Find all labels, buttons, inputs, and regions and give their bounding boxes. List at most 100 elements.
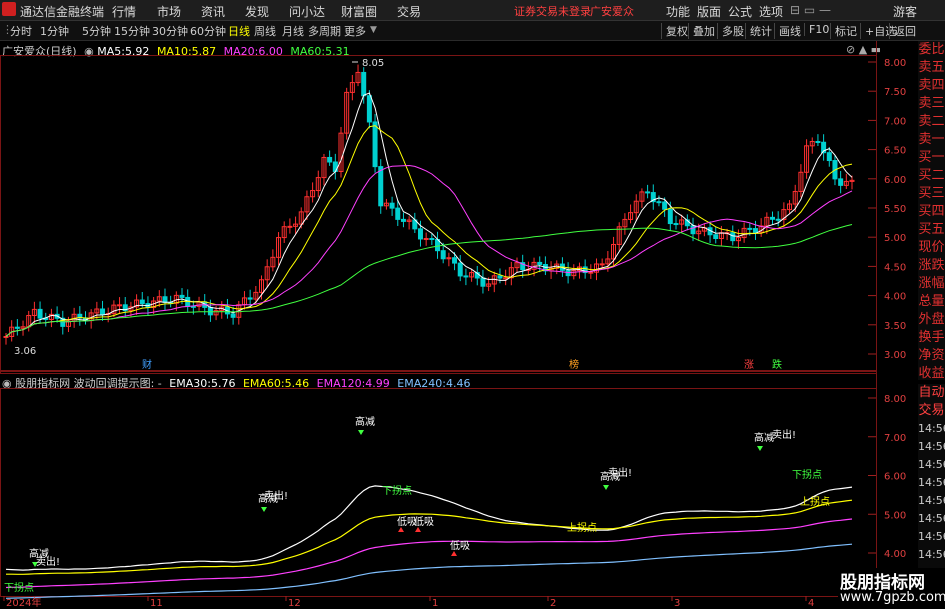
candle-body	[838, 178, 844, 186]
x-tick-label: 11	[150, 598, 163, 609]
x-tick-label: 2024年	[6, 596, 41, 609]
signal-label: 上拐点	[800, 495, 830, 508]
x-tick-label: 3	[674, 598, 680, 609]
signal-label: 卖出!	[608, 466, 632, 479]
candle-body	[3, 335, 9, 338]
ema120-line	[5, 518, 853, 589]
y-tick-label: 6.50	[884, 146, 906, 157]
candle-body	[457, 262, 463, 277]
candle-body	[656, 201, 662, 204]
tick-time: 14:56	[918, 494, 945, 507]
quote-label[interactable]: 卖三	[918, 95, 945, 113]
quote-label[interactable]: 卖四	[918, 77, 945, 95]
quote-panel: 委比 卖五 卖四 卖三 卖二 卖一 买一 买二 买三 买四 买五 现价 涨跌 涨…	[918, 41, 945, 383]
y-tick-label: 4.00	[884, 549, 906, 560]
y-tick-label: 7.50	[884, 87, 906, 98]
candle-body	[117, 304, 123, 307]
candle-body	[366, 95, 372, 123]
quote-label[interactable]: 收益	[918, 365, 945, 383]
ema240-line	[5, 543, 853, 599]
signal-label: 高减	[355, 415, 375, 428]
candle-body	[14, 326, 20, 329]
y-tick-label: 8.00	[884, 394, 906, 405]
candle-body	[423, 238, 429, 241]
candle-body	[770, 216, 776, 220]
quote-label[interactable]: 总量	[918, 293, 945, 311]
quote-label[interactable]: 外盘	[918, 311, 945, 329]
candle-body	[179, 294, 185, 298]
candle-body	[662, 201, 668, 210]
watermark: 股朋指标网 www.7gpzb.com	[838, 568, 945, 609]
candle-body	[747, 227, 753, 230]
quote-label[interactable]: 买一	[918, 149, 945, 167]
y-tick-label: 4.50	[884, 262, 906, 273]
candle-body	[100, 308, 106, 315]
candle-body	[645, 191, 651, 194]
candle-body	[139, 299, 145, 305]
quote-label[interactable]: 卖一	[918, 131, 945, 149]
event-mark: 涨	[744, 359, 754, 371]
candle-body	[497, 275, 503, 279]
watermark-url: www.7gpzb.com	[840, 590, 945, 605]
y-tick-label: 8.00	[884, 58, 906, 69]
quote-label[interactable]: 卖五	[918, 59, 945, 77]
quote-label[interactable]: 买三	[918, 185, 945, 203]
axis-ticks: 8.00 7.50 7.00 6.50 6.00 5.50 5.00 4.50 4.00 3.50…	[3, 58, 906, 609]
candle-body	[327, 156, 333, 163]
quote-label[interactable]: 买二	[918, 167, 945, 185]
auto-trade-label[interactable]: 自动	[918, 384, 945, 402]
sub-panel-frame	[0, 388, 877, 597]
quote-label[interactable]: 涨跌	[918, 257, 945, 275]
y-tick-label: 7.00	[884, 433, 906, 444]
candle-body	[690, 225, 696, 235]
event-mark: 财	[142, 358, 152, 371]
candle-body	[503, 277, 509, 280]
candle-body	[826, 152, 832, 162]
quote-label[interactable]: 买四	[918, 203, 945, 221]
ma5-line	[5, 92, 853, 337]
candle-body	[599, 263, 605, 266]
candle-body	[815, 141, 821, 144]
quote-label[interactable]: 涨幅	[918, 275, 945, 293]
signal-arrow-down-icon	[757, 446, 763, 451]
x-tick-label: 2	[550, 598, 556, 609]
kline-chart[interactable]: 高减高减卖出!高减卖出!高减卖出! 下拐点下拐点上拐点上拐点低吸低吸低吸高减卖出!…	[0, 0, 918, 609]
candle-body	[372, 121, 378, 168]
candle-body	[588, 271, 594, 274]
candle-body	[378, 166, 384, 207]
y-tick-label: 3.50	[884, 321, 906, 332]
tick-time: 14:56	[918, 512, 945, 525]
sub-grid	[868, 397, 876, 554]
quote-label[interactable]: 现价	[918, 239, 945, 257]
candle-body	[667, 208, 673, 225]
quote-label[interactable]: 委比	[918, 41, 945, 59]
signal-arrow-down-icon	[261, 507, 267, 512]
candle-body	[417, 228, 423, 240]
signal-label: 下拐点	[4, 581, 34, 594]
candle-body	[389, 202, 395, 209]
candle-body	[247, 297, 253, 300]
ema30-line	[5, 485, 853, 571]
quote-label[interactable]: 换手	[918, 329, 945, 347]
candle-body	[452, 257, 458, 264]
signal-label: 卖出!	[264, 489, 288, 502]
main-panel-frame	[0, 55, 877, 371]
main-grid	[868, 61, 876, 355]
signal-label: 上拐点	[567, 521, 597, 534]
signal-arrow-down-icon	[603, 485, 609, 490]
signal-label: 卖出!	[772, 428, 796, 441]
quote-label[interactable]: 买五	[918, 221, 945, 239]
tick-time: 14:56	[918, 422, 945, 435]
tick-time: 14:56	[918, 530, 945, 543]
event-mark: 榜	[569, 358, 579, 371]
tick-time: 14:56	[918, 440, 945, 453]
quote-label[interactable]: 净资	[918, 347, 945, 365]
candle-body	[287, 225, 293, 228]
x-tick-label: 1	[432, 598, 438, 609]
y-tick-label: 5.00	[884, 233, 906, 244]
x-tick-label: 4	[808, 598, 814, 609]
trade-label[interactable]: 交易	[918, 402, 945, 420]
quote-label[interactable]: 卖二	[918, 113, 945, 131]
signal-markers: 高减高减卖出!高减卖出!高减卖出! 下拐点下拐点上拐点上拐点低吸低吸低吸高减卖出!…	[4, 415, 830, 594]
candle-body	[730, 232, 736, 242]
